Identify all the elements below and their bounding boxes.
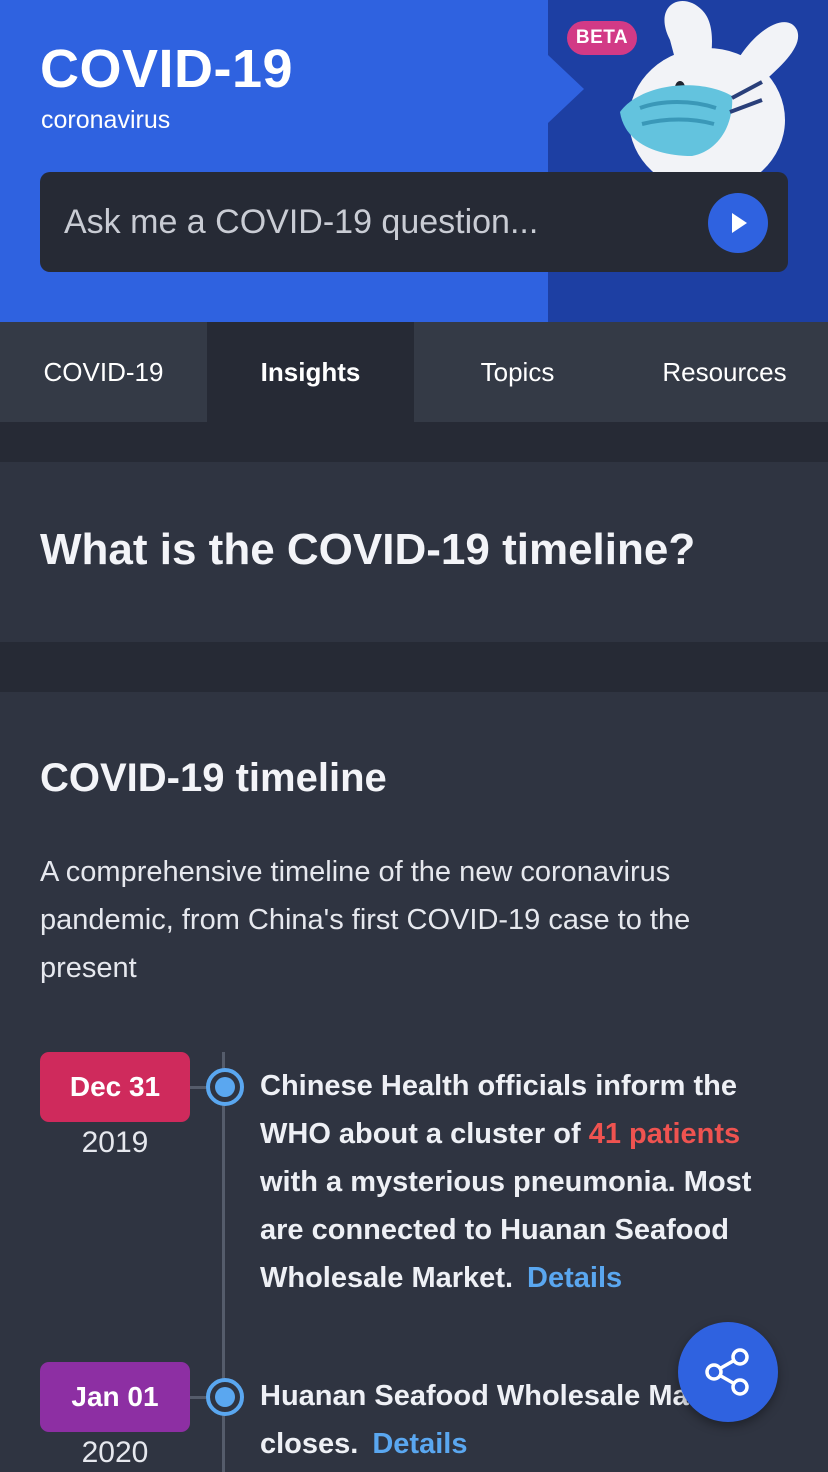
details-link[interactable]: Details <box>527 1262 622 1294</box>
event-highlight: 41 patients <box>588 1118 741 1150</box>
search-bar <box>40 172 788 272</box>
event-date-badge: Jan 01 <box>40 1362 190 1432</box>
search-input[interactable] <box>64 172 684 272</box>
timeline-title: COVID-19 timeline <box>40 756 387 800</box>
app-title: COVID-19 <box>40 39 294 99</box>
app-subtitle: coronavirus <box>41 106 171 134</box>
share-button[interactable] <box>678 1322 778 1422</box>
details-link[interactable]: Details <box>372 1428 467 1460</box>
play-icon <box>732 213 747 233</box>
app-header: COVID-19 coronavirus BETA <box>0 0 828 322</box>
submit-question-button[interactable] <box>708 193 768 253</box>
section-divider <box>0 642 828 692</box>
tab-topics[interactable]: Topics <box>414 322 621 422</box>
section-divider <box>0 422 828 462</box>
event-text-after: with a mysterious pneumonia. Most are co… <box>260 1166 752 1294</box>
share-icon <box>705 1348 749 1396</box>
event-text: Chinese Health officials inform the WHO … <box>260 1062 790 1302</box>
timeline-description: A comprehensive timeline of the new coro… <box>40 856 691 984</box>
bunny-mascot-icon <box>620 1 799 172</box>
tab-covid-19[interactable]: COVID-19 <box>0 322 207 422</box>
question-title: What is the COVID-19 timeline? <box>40 525 696 574</box>
header-notch <box>548 55 584 123</box>
event-date-badge: Dec 31 <box>40 1052 190 1122</box>
timeline-dot-icon <box>206 1378 244 1416</box>
timeline-dot-icon <box>206 1068 244 1106</box>
beta-badge: BETA <box>567 21 637 55</box>
tab-bar: COVID-19 Insights Topics Resources <box>0 322 828 422</box>
event-text-before: Huanan Seafood Wholesale Market closes. <box>260 1380 742 1460</box>
event-year: 2019 <box>81 1126 149 1159</box>
tab-insights[interactable]: Insights <box>207 322 414 422</box>
event-year: 2020 <box>81 1436 149 1469</box>
tab-resources[interactable]: Resources <box>621 322 828 422</box>
